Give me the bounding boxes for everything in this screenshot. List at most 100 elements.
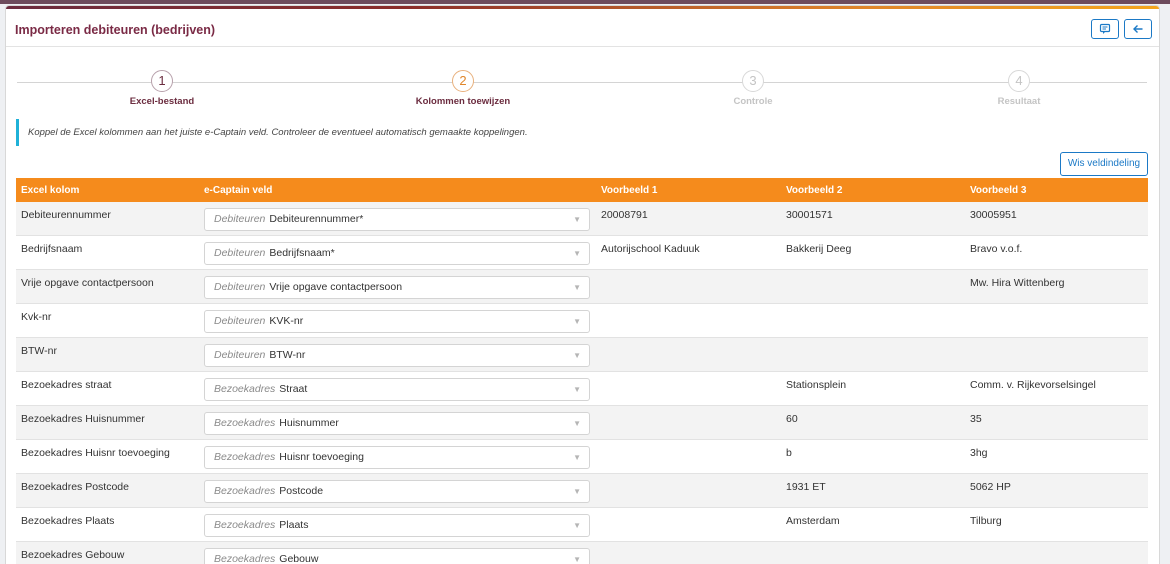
step-number: 4 <box>1008 70 1030 92</box>
import-panel: Importeren debiteuren (bedrijven) 1 Exce… <box>5 5 1160 564</box>
table-row: Bezoekadres Postcode Bezoekadres Postcode ▼… <box>16 474 1148 508</box>
step-label: Resultaat <box>997 96 1041 107</box>
chevron-down-icon: ▼ <box>573 317 581 326</box>
example-2: Amsterdam <box>786 515 840 527</box>
arrow-left-icon <box>1133 25 1143 33</box>
excel-column-name: Bezoekadres Plaats <box>21 515 115 527</box>
excel-column-name: Kvk-nr <box>21 311 52 323</box>
field-name: Plaats <box>279 519 309 531</box>
header-voorbeeld-1: Voorbeeld 1 <box>601 185 658 196</box>
header-voorbeeld-2: Voorbeeld 2 <box>786 185 843 196</box>
chat-button[interactable] <box>1091 19 1119 39</box>
info-message: Koppel de Excel kolommen aan het juiste … <box>16 119 716 146</box>
example-1: 20008791 <box>601 209 648 221</box>
ecaptain-field-select[interactable]: Bezoekadres Huisnummer ▼ <box>204 412 590 435</box>
excel-column-name: Bezoekadres straat <box>21 379 112 391</box>
table-row: BTW-nr Debiteuren BTW-nr ▼ <box>16 338 1148 372</box>
field-group: Debiteuren <box>214 281 266 293</box>
excel-column-name: Vrije opgave contactpersoon <box>21 277 154 289</box>
table-row: Bezoekadres Gebouw Bezoekadres Gebouw ▼ <box>16 542 1148 564</box>
step-resultaat: 4 Resultaat <box>939 70 1099 107</box>
excel-column-name: Bezoekadres Postcode <box>21 481 129 493</box>
chat-icon <box>1099 23 1111 34</box>
field-group: Bezoekadres <box>214 485 276 497</box>
ecaptain-field-select[interactable]: Bezoekadres Huisnr toevoeging ▼ <box>204 446 590 469</box>
step-label: Kolommen toewijzen <box>415 96 511 107</box>
field-name: Huisnr toevoeging <box>279 451 364 463</box>
back-button[interactable] <box>1124 19 1152 39</box>
table-row: Bezoekadres straat Bezoekadres Straat ▼ Stat… <box>16 372 1148 406</box>
example-2: 60 <box>786 413 798 425</box>
ecaptain-field-select[interactable]: Debiteuren Debiteurennummer* ▼ <box>204 208 590 231</box>
example-2: Stationsplein <box>786 379 847 391</box>
field-name: Debiteurennummer* <box>269 213 364 225</box>
chevron-down-icon: ▼ <box>573 249 581 258</box>
chevron-down-icon: ▼ <box>573 521 581 530</box>
ecaptain-field-select[interactable]: Debiteuren Vrije opgave contactpersoon ▼ <box>204 276 590 299</box>
example-3: Comm. v. Rijkevorselsingel <box>970 379 1096 391</box>
field-group: Debiteuren <box>214 315 266 327</box>
excel-column-name: Bezoekadres Huisnr toevoeging <box>21 447 170 459</box>
excel-column-name: Bezoekadres Gebouw <box>21 549 125 561</box>
chevron-down-icon: ▼ <box>573 419 581 428</box>
step-label: Excel-bestand <box>129 96 195 107</box>
top-color-bar <box>0 0 1170 4</box>
ecaptain-field-select[interactable]: Bezoekadres Gebouw ▼ <box>204 548 590 564</box>
field-name: KVK-nr <box>269 315 304 327</box>
table-row: Vrije opgave contactpersoon Debiteuren Vri… <box>16 270 1148 304</box>
excel-column-name: Debiteurennummer <box>21 209 111 221</box>
chevron-down-icon: ▼ <box>573 283 581 292</box>
scrollbar[interactable] <box>1159 58 1160 348</box>
clear-mapping-button[interactable]: Wis veldindeling <box>1060 152 1148 176</box>
header-ecaptain-veld: e-Captain veld <box>204 185 273 196</box>
example-2: 30001571 <box>786 209 833 221</box>
table-row: Bedrijfsnaam Debiteuren Bedrijfsnaam* ▼ Auto… <box>16 236 1148 270</box>
field-group: Bezoekadres <box>214 519 276 531</box>
field-group: Debiteuren <box>214 213 266 225</box>
ecaptain-field-select[interactable]: Debiteuren BTW-nr ▼ <box>204 344 590 367</box>
table-row: Bezoekadres Huisnummer Bezoekadres Huisnum… <box>16 406 1148 440</box>
field-group: Bezoekadres <box>214 383 276 395</box>
field-name: Straat <box>279 383 308 395</box>
field-group: Bezoekadres <box>214 417 276 429</box>
ecaptain-field-select[interactable]: Bezoekadres Straat ▼ <box>204 378 590 401</box>
chevron-down-icon: ▼ <box>573 555 581 564</box>
example-3: 30005951 <box>970 209 1017 221</box>
field-name: Postcode <box>279 485 324 497</box>
example-3: Mw. Hira Wittenberg <box>970 277 1065 289</box>
excel-column-name: Bedrijfsnaam <box>21 243 83 255</box>
ecaptain-field-select[interactable]: Bezoekadres Plaats ▼ <box>204 514 590 537</box>
step-excel-bestand[interactable]: 1 Excel-bestand <box>82 70 242 107</box>
header-voorbeeld-3: Voorbeeld 3 <box>970 185 1027 196</box>
step-number: 3 <box>742 70 764 92</box>
field-name: Bedrijfsnaam* <box>269 247 335 259</box>
example-3: Bravo v.o.f. <box>970 243 1023 255</box>
field-group: Bezoekadres <box>214 553 276 564</box>
step-label: Controle <box>733 96 773 107</box>
example-3: Tilburg <box>970 515 1002 527</box>
chevron-down-icon: ▼ <box>573 351 581 360</box>
ecaptain-field-select[interactable]: Debiteuren KVK-nr ▼ <box>204 310 590 333</box>
field-group: Debiteuren <box>214 349 266 361</box>
excel-column-name: BTW-nr <box>21 345 57 357</box>
panel-header: Importeren debiteuren (bedrijven) <box>6 9 1159 47</box>
step-kolommen-toewijzen[interactable]: 2 Kolommen toewijzen <box>383 70 543 107</box>
chevron-down-icon: ▼ <box>573 453 581 462</box>
header-excel-kolom: Excel kolom <box>21 185 80 196</box>
ecaptain-field-select[interactable]: Bezoekadres Postcode ▼ <box>204 480 590 503</box>
field-name: Vrije opgave contactpersoon <box>269 281 403 293</box>
field-name: Huisnummer <box>279 417 339 429</box>
import-stepper: 1 Excel-bestand 2 Kolommen toewijzen 3 C… <box>17 70 1147 110</box>
example-3: 35 <box>970 413 982 425</box>
example-2: b <box>786 447 792 459</box>
field-name: BTW-nr <box>269 349 306 361</box>
ecaptain-field-select[interactable]: Debiteuren Bedrijfsnaam* ▼ <box>204 242 590 265</box>
table-row: Debiteurennummer Debiteuren Debiteurennumm… <box>16 202 1148 236</box>
table-row: Bezoekadres Huisnr toevoeging Bezoekadres… <box>16 440 1148 474</box>
mapping-table: Excel kolom e-Captain veld Voorbeeld 1 V… <box>16 178 1148 564</box>
step-number: 1 <box>151 70 173 92</box>
field-name: Gebouw <box>279 553 319 564</box>
excel-column-name: Bezoekadres Huisnummer <box>21 413 145 425</box>
field-group: Bezoekadres <box>214 451 276 463</box>
field-group: Debiteuren <box>214 247 266 259</box>
